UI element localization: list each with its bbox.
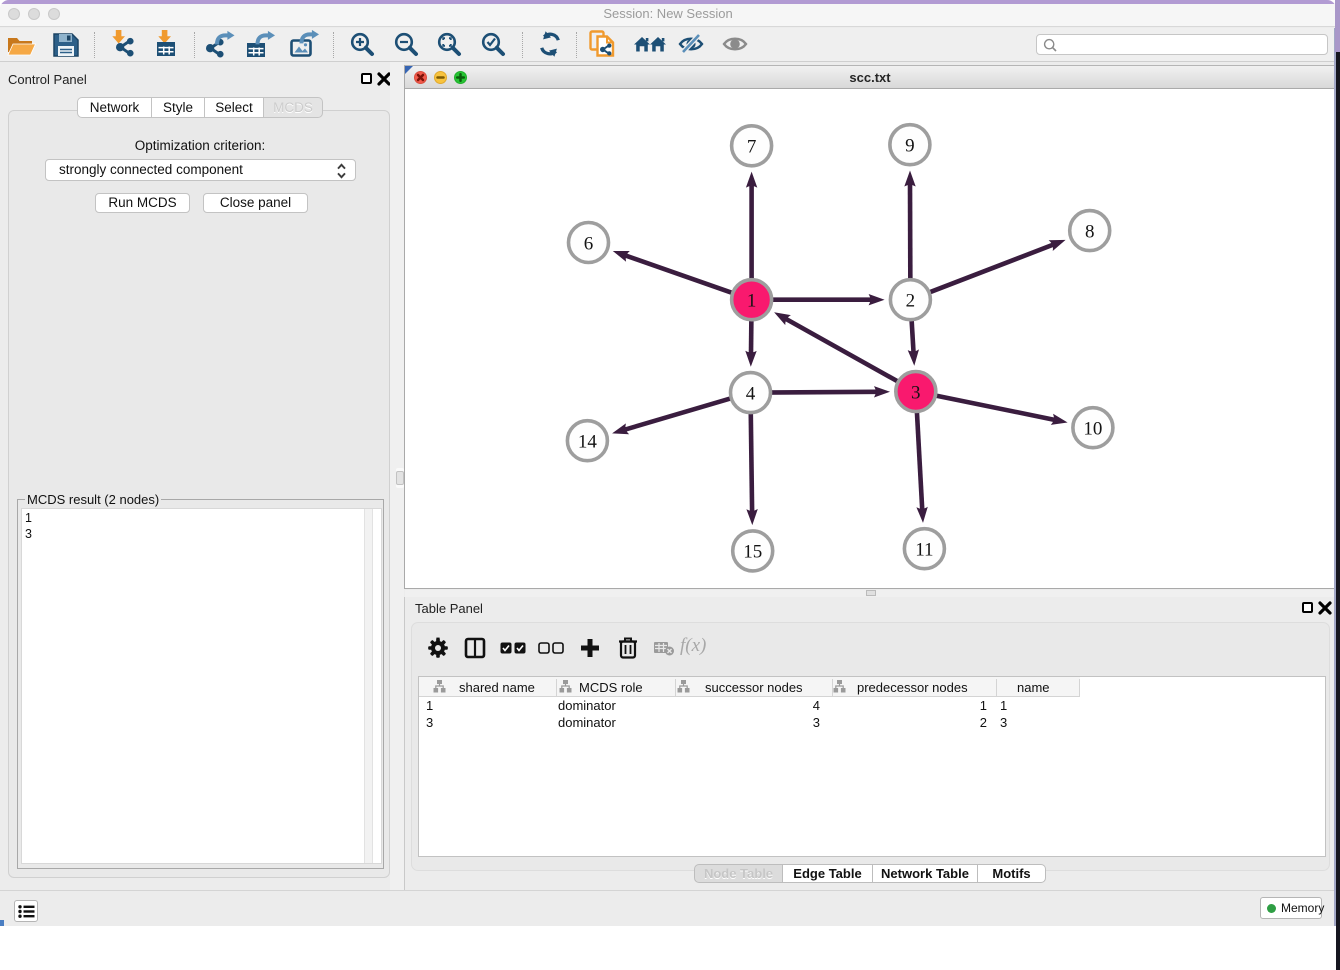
svg-text:15: 15 bbox=[743, 542, 762, 563]
svg-text:10: 10 bbox=[1083, 419, 1102, 440]
svg-text:3: 3 bbox=[911, 382, 921, 403]
svg-text:11: 11 bbox=[915, 540, 933, 561]
svg-text:4: 4 bbox=[746, 383, 756, 404]
svg-text:6: 6 bbox=[584, 233, 594, 254]
svg-text:7: 7 bbox=[747, 137, 757, 158]
svg-text:1: 1 bbox=[747, 291, 757, 312]
svg-text:14: 14 bbox=[578, 432, 598, 453]
svg-text:9: 9 bbox=[905, 136, 915, 157]
svg-text:8: 8 bbox=[1085, 221, 1095, 242]
svg-text:2: 2 bbox=[906, 291, 916, 312]
